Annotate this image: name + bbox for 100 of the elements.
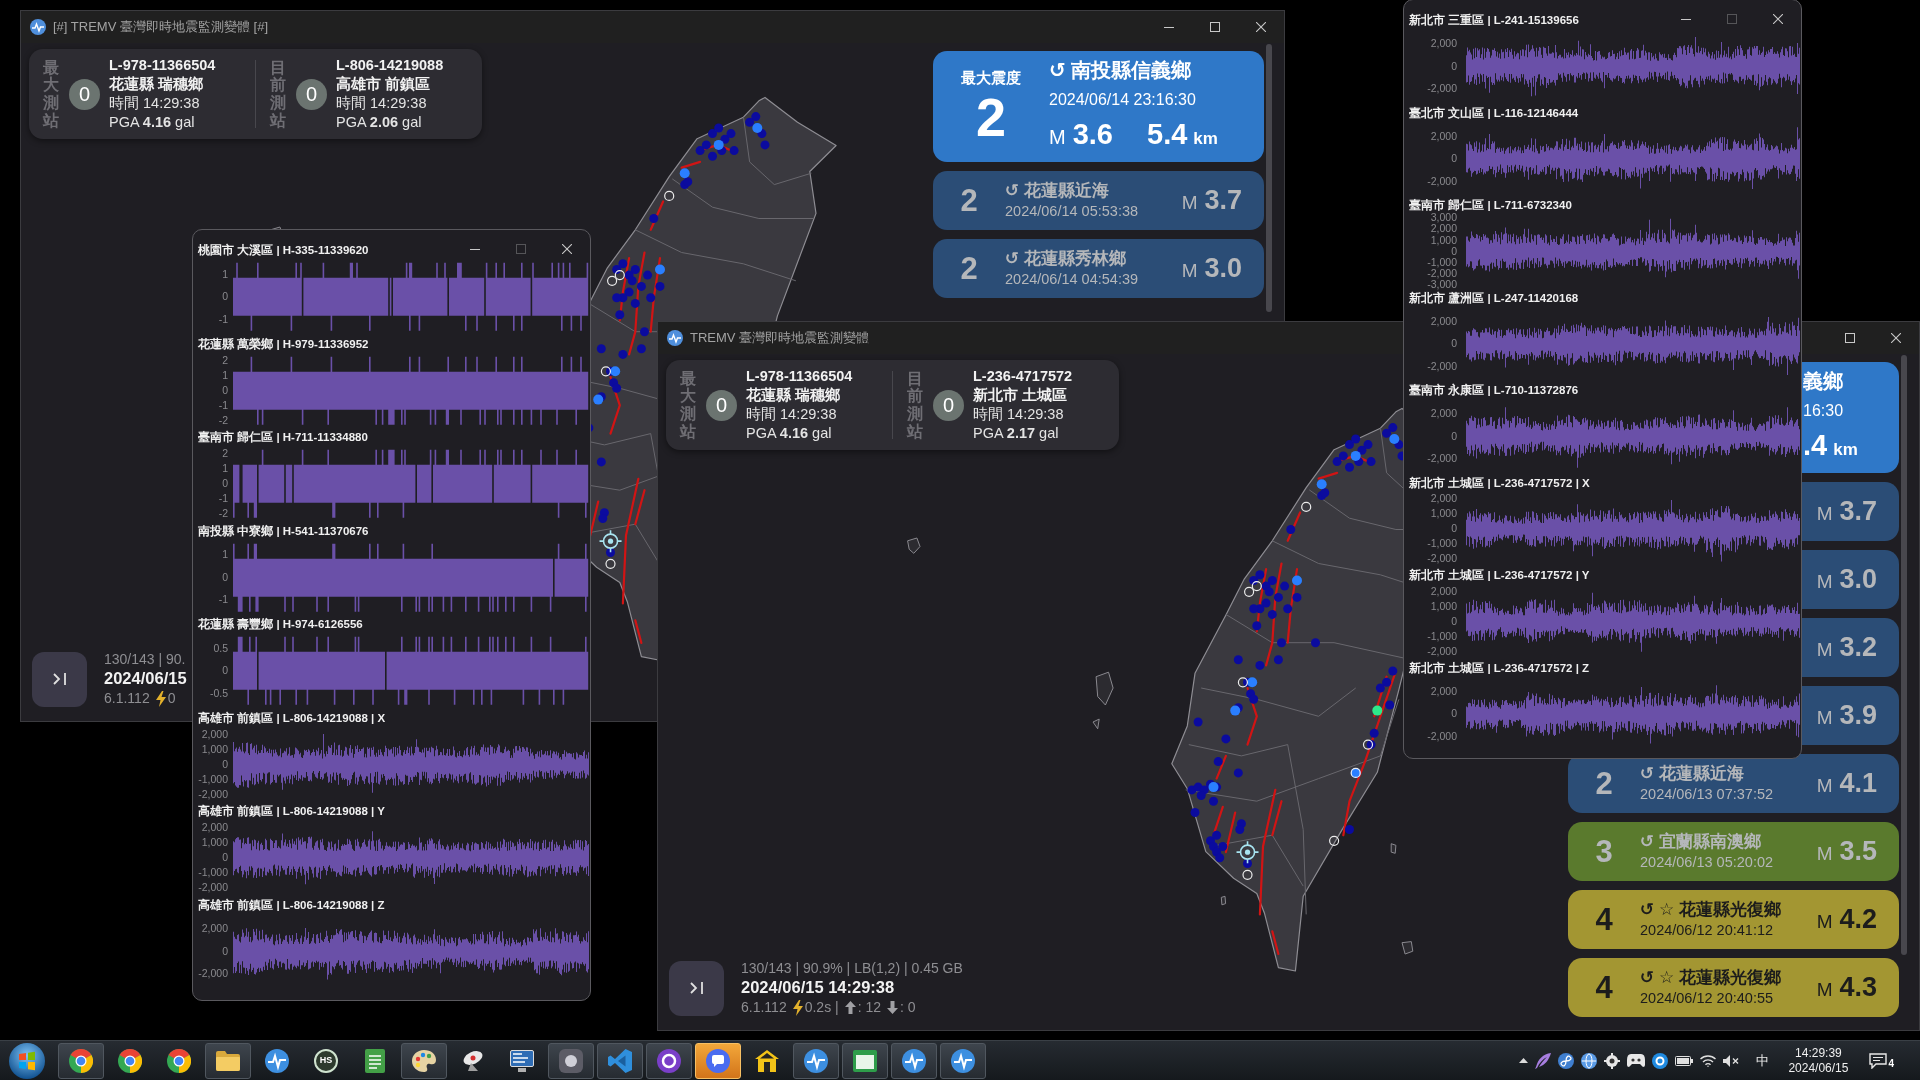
status-datetime: 2024/06/15 bbox=[104, 668, 187, 689]
scrollbar[interactable] bbox=[1901, 355, 1907, 955]
code-editor-icon bbox=[608, 1048, 632, 1073]
intensity-value: 4 bbox=[1594, 901, 1614, 938]
quake-location: 義鄉 bbox=[1803, 369, 1844, 394]
taskbar-button[interactable] bbox=[842, 1042, 888, 1079]
quake-location: ↺ ☆ 花蓮縣光復鄉 bbox=[1640, 967, 1782, 989]
strip-title: 花蓮縣 壽豐鄉 | H-974-6126556 bbox=[198, 617, 363, 631]
earthquake-card[interactable]: M 3.2 bbox=[1802, 618, 1899, 677]
palette-icon bbox=[412, 1049, 436, 1072]
axis-tick-label: -2,000 bbox=[1427, 453, 1457, 465]
magnitude-prefix: M bbox=[1181, 191, 1198, 216]
close-icon bbox=[1773, 14, 1783, 24]
speaker-muted-icon[interactable] bbox=[1723, 1054, 1740, 1067]
taskbar-button[interactable] bbox=[58, 1042, 104, 1079]
axis-tick-label: -1 bbox=[218, 313, 228, 325]
axis-tick-label: 2 bbox=[222, 448, 228, 460]
taskbar-button[interactable] bbox=[548, 1042, 594, 1079]
earthquake-card[interactable]: 3 ↺ 宜蘭縣南澳鄉 2024/06/13 05:20:02 M 3.5 bbox=[1568, 822, 1899, 881]
depth-value: .4 bbox=[1803, 428, 1828, 462]
axis-tick-label: 0 bbox=[1451, 245, 1457, 257]
ring-icon[interactable] bbox=[1652, 1052, 1669, 1069]
taskbar-button[interactable] bbox=[646, 1042, 692, 1079]
axis-tick-label: 2,000 bbox=[201, 728, 228, 740]
axis-tick-label: -1,000 bbox=[198, 867, 228, 879]
magnitude-value: 3.0 bbox=[1204, 252, 1242, 286]
axis-tick-label: -2 bbox=[218, 414, 228, 426]
status-stats: 130/143 | 90. bbox=[104, 650, 187, 668]
earthquake-card[interactable]: M 3.7 bbox=[1802, 482, 1899, 541]
station-label: 最大測站 bbox=[43, 58, 59, 130]
input-method-indicator[interactable]: 中 bbox=[1756, 1050, 1770, 1071]
axis-tick-label: -2 bbox=[218, 508, 228, 520]
axis-tick-label: 0 bbox=[222, 478, 228, 490]
axis-tick-label: 1,000 bbox=[1430, 600, 1457, 612]
axis-tick-label: 0 bbox=[1451, 523, 1457, 535]
axis-tick-label: 2,000 bbox=[1430, 315, 1457, 327]
windows-orb-icon bbox=[9, 1042, 45, 1079]
satellite-dish-icon bbox=[463, 1050, 483, 1071]
globe-icon[interactable] bbox=[1581, 1052, 1598, 1069]
earthquake-card[interactable]: M 3.9 bbox=[1802, 686, 1899, 745]
station-time: 時間 14:29:38 bbox=[336, 94, 428, 113]
clock-date[interactable]: 2024/06/15 bbox=[1788, 1060, 1849, 1076]
axis-tick-label: -1 bbox=[218, 493, 228, 505]
magnitude-value: 3.5 bbox=[1839, 835, 1877, 869]
upload-count: : 12 bbox=[857, 998, 882, 1017]
chevron-up-icon[interactable] bbox=[1519, 1058, 1529, 1063]
feather-icon[interactable] bbox=[1535, 1052, 1552, 1069]
magnitude-prefix: M bbox=[1816, 638, 1833, 663]
station-code: L-978-11366504 bbox=[746, 367, 853, 386]
earthquake-card[interactable]: 最大震度 2 ↺ 南投縣信義鄉 2024/06/14 23:16:30 M 3.6 5.4 km bbox=[933, 51, 1264, 162]
taskbar-button[interactable]: HS bbox=[303, 1042, 349, 1079]
axis-tick-label: 0 bbox=[222, 571, 228, 583]
axis-tick-label: 2,000 bbox=[1430, 38, 1457, 50]
app-icon bbox=[559, 1048, 583, 1073]
axis-tick-label: -3,000 bbox=[1427, 279, 1457, 291]
infinity-icon[interactable] bbox=[1558, 1052, 1575, 1069]
station-location: 花蓮縣 瑞穗鄉 bbox=[746, 386, 842, 405]
station-label: 最大測站 bbox=[680, 369, 696, 441]
chat-bubble-icon bbox=[706, 1048, 730, 1073]
wifi-icon[interactable] bbox=[1700, 1054, 1717, 1067]
axis-tick-label: 1 bbox=[222, 463, 228, 475]
taskbar-button[interactable] bbox=[793, 1042, 839, 1079]
magnitude-prefix: M bbox=[1816, 910, 1833, 935]
axis-tick-label: -2,000 bbox=[1427, 360, 1457, 372]
axis-tick-label: -1,000 bbox=[1427, 538, 1457, 550]
browser-icon bbox=[69, 1048, 93, 1073]
earthquake-card[interactable]: 義鄉 16:30 .4 km bbox=[1802, 362, 1899, 473]
minimize-icon bbox=[470, 248, 480, 250]
station-time: 時間 14:29:38 bbox=[109, 94, 201, 113]
earthquake-card[interactable]: 2 ↺ 花蓮縣秀林鄉 2024/06/14 04:54:39 M 3.0 bbox=[933, 239, 1264, 298]
battery-icon[interactable] bbox=[1675, 1055, 1694, 1066]
earthquake-card[interactable]: 4 ↺ ☆ 花蓮縣光復鄉 2024/06/12 20:40:55 M 4.3 bbox=[1568, 958, 1899, 1017]
window-title: [#] TREMV 臺灣即時地震監測變體 [#] bbox=[53, 18, 268, 37]
magnitude-prefix: M bbox=[1181, 259, 1198, 284]
status-datetime: 2024/06/15 14:29:38 bbox=[741, 977, 896, 998]
window-title: TREMV 臺灣即時地震監測變體 bbox=[690, 329, 870, 348]
axis-tick-label: 1,000 bbox=[201, 837, 228, 849]
notification-button[interactable]: 4 bbox=[1869, 1052, 1894, 1069]
gear-icon[interactable] bbox=[1604, 1052, 1621, 1069]
earthquake-card[interactable]: M 3.0 bbox=[1802, 550, 1899, 609]
station-time: 時間 14:29:38 bbox=[973, 405, 1065, 424]
axis-tick-label: -2,000 bbox=[1427, 175, 1457, 187]
magnitude-value: 3.6 bbox=[1072, 117, 1113, 151]
axis-tick-label: 1,000 bbox=[1430, 234, 1457, 246]
earthquake-card[interactable]: 4 ↺ ☆ 花蓮縣光復鄉 2024/06/12 20:41:12 M 4.2 bbox=[1568, 890, 1899, 949]
clock-time[interactable]: 14:29:39 bbox=[1795, 1045, 1842, 1061]
taskbar-button[interactable] bbox=[891, 1042, 937, 1079]
taskbar-button[interactable] bbox=[401, 1042, 447, 1079]
earthquake-card[interactable]: 2 ↺ 花蓮縣近海 2024/06/13 07:37:52 M 4.1 bbox=[1568, 754, 1899, 813]
station-code: L-978-11366504 bbox=[109, 56, 216, 75]
axis-tick-label: -2,000 bbox=[1427, 645, 1457, 657]
taskbar-button[interactable] bbox=[205, 1042, 251, 1079]
strip-title: 高雄市 前鎮區 | L-806-14219088 | X bbox=[198, 710, 386, 725]
axis-tick-label: 0 bbox=[1451, 60, 1457, 72]
station-location: 新北市 土城區 bbox=[973, 386, 1069, 405]
scrollbar[interactable] bbox=[1266, 44, 1272, 312]
taskbar-button[interactable] bbox=[940, 1042, 986, 1079]
earthquake-card[interactable]: 2 ↺ 花蓮縣近海 2024/06/14 05:53:38 M 3.7 bbox=[933, 171, 1264, 230]
gamepad-icon[interactable] bbox=[1627, 1054, 1646, 1067]
axis-tick-label: -1,000 bbox=[1427, 630, 1457, 642]
